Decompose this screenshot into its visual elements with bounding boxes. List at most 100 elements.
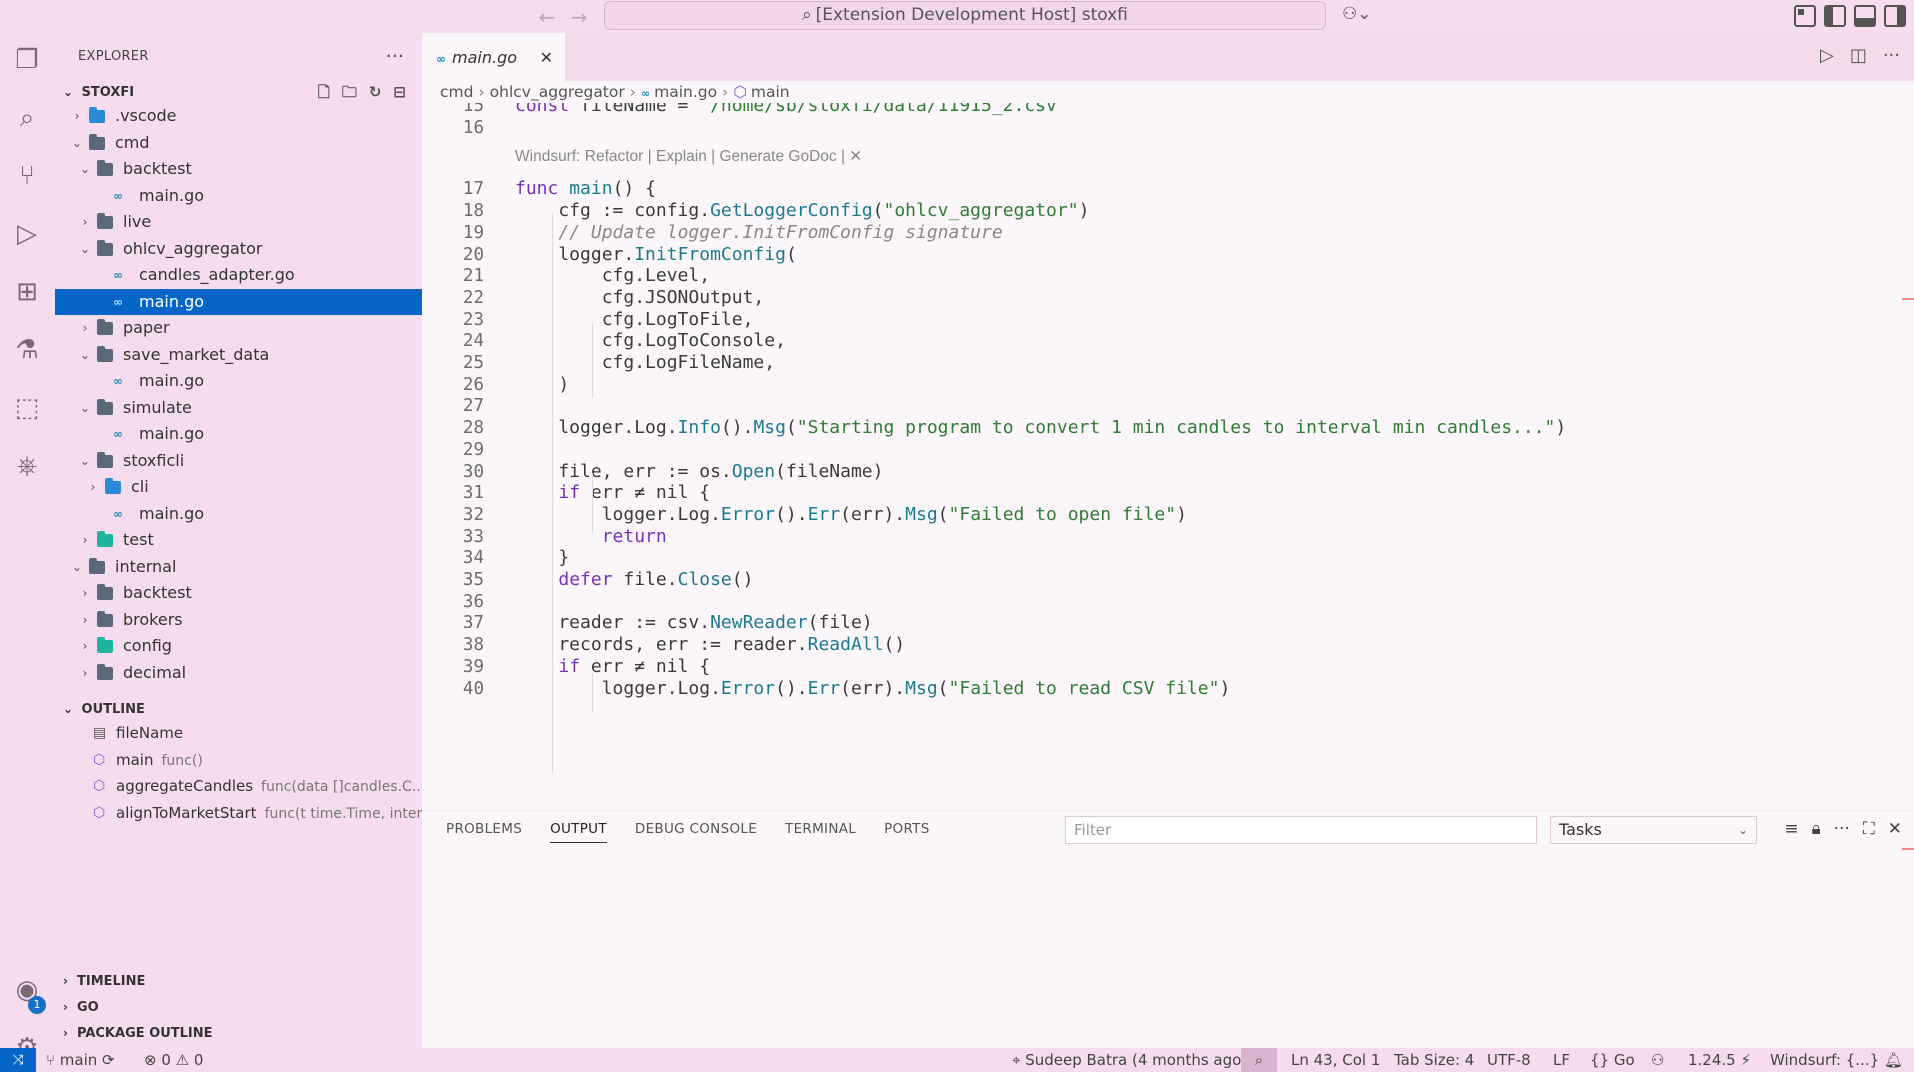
testing-icon[interactable]: ⚗ xyxy=(12,335,42,365)
new-file-icon[interactable]: 🗋 xyxy=(318,81,330,103)
outline-item[interactable]: ▤ fileName xyxy=(55,720,422,747)
packages-icon[interactable]: ⬚ xyxy=(12,393,42,423)
breadcrumb-item[interactable]: cmd xyxy=(440,83,473,101)
codelens-actions[interactable]: Windsurf: Refactor | Explain | Generate … xyxy=(515,144,862,170)
tree-item-folder[interactable]: › cli xyxy=(55,474,422,501)
panel-tab[interactable]: DEBUG CONSOLE xyxy=(635,811,757,847)
indent-guide xyxy=(592,323,593,398)
section-header[interactable]: › TIMELINE xyxy=(55,968,422,994)
cursor-position[interactable]: Ln 43, Col 1 xyxy=(1291,1048,1380,1072)
problems-status[interactable]: ⊗ 0 ⚠ 0 xyxy=(144,1048,203,1072)
tree-item-folder[interactable]: › backtest xyxy=(55,580,422,607)
zoom-indicator-icon[interactable]: ⌕ xyxy=(1241,1048,1277,1072)
outline-item-label: fileName xyxy=(116,720,191,748)
more-actions-icon[interactable]: ··· xyxy=(1883,45,1900,66)
outline-section-header[interactable]: ⌄ OUTLINE xyxy=(55,698,422,720)
indent-guide xyxy=(592,673,593,713)
close-icon[interactable]: ✕ xyxy=(540,34,553,82)
breadcrumb-item[interactable]: main xyxy=(751,83,790,101)
code-line: 16 xyxy=(422,115,1914,142)
git-blame-status[interactable]: ⌖ Sudeep Batra (4 months ago) xyxy=(1012,1048,1247,1072)
new-folder-icon[interactable]: 🗀 xyxy=(342,81,357,103)
source-control-icon[interactable]: ⑂ xyxy=(12,161,42,191)
tree-item-folder[interactable]: ⌄ backtest xyxy=(55,156,422,183)
folder-icon xyxy=(97,319,113,335)
branch-status[interactable]: ⑂ main ⟳ xyxy=(46,1048,115,1072)
go-version-status[interactable]: 1.24.5 ⚡ xyxy=(1688,1048,1751,1072)
clear-output-icon[interactable]: ≡ xyxy=(1784,819,1798,839)
outline-item[interactable]: ⬡ aggregateCandles func(data []candles.C..… xyxy=(55,773,422,800)
encoding-status[interactable]: UTF-8 xyxy=(1487,1048,1531,1072)
tree-item-file[interactable]: ∞ main.go xyxy=(55,421,422,448)
outline-item[interactable]: ⬡ main func() xyxy=(55,747,422,774)
panel-tab[interactable]: TERMINAL xyxy=(785,811,856,847)
toggle-panel-icon[interactable] xyxy=(1854,5,1876,27)
section-header[interactable]: › GO xyxy=(55,994,422,1020)
copilot-status-icon[interactable]: ⚇ xyxy=(1651,1048,1664,1072)
breadcrumb-item[interactable]: ohlcv_aggregator xyxy=(490,83,625,101)
split-editor-icon[interactable]: ◫ xyxy=(1850,45,1867,66)
search-icon[interactable]: ⌕ xyxy=(12,103,42,133)
chevron-right-icon: › xyxy=(63,974,68,988)
tree-item-label: save_market_data xyxy=(123,344,270,364)
tree-item-folder[interactable]: › config xyxy=(55,633,422,660)
close-panel-icon[interactable]: ✕ xyxy=(1888,819,1902,839)
panel-tab[interactable]: PORTS xyxy=(884,811,929,847)
maximize-panel-icon[interactable]: ⛶ xyxy=(1863,819,1875,839)
breadcrumb-item[interactable]: main.go xyxy=(654,83,717,101)
tab-main-go[interactable]: ∞ main.go ✕ xyxy=(422,33,565,81)
tree-item-file[interactable]: ∞ main.go xyxy=(55,501,422,528)
go-file-icon: ∞ xyxy=(113,374,123,388)
kubernetes-icon[interactable]: ⎈ xyxy=(12,451,42,481)
tree-item-folder[interactable]: ⌄ internal xyxy=(55,554,422,581)
toggle-secondary-sidebar-icon[interactable] xyxy=(1884,5,1906,27)
outline-title: OUTLINE xyxy=(81,702,145,717)
editor-area: ∞ main.go ✕ ▷ ◫ ··· cmd › ohlcv_aggregator ›… xyxy=(422,33,1914,810)
tree-item-folder[interactable]: › test xyxy=(55,527,422,554)
panel-tab[interactable]: PROBLEMS xyxy=(446,811,522,847)
tree-item-folder[interactable]: ⌄ cmd xyxy=(55,130,422,157)
code-editor[interactable]: 15 const fileName = "/home/sb/stoxfi/data… xyxy=(422,103,1914,810)
tree-item-file[interactable]: ∞ main.go xyxy=(55,288,422,315)
back-arrow-icon[interactable]: ← xyxy=(536,6,558,28)
remote-indicator-icon[interactable]: ⤨ xyxy=(0,1048,36,1072)
customize-layout-icon[interactable] xyxy=(1794,5,1816,27)
outline-item[interactable]: ⬡ alignToMarketStart func(t time.Time, int… xyxy=(55,800,422,827)
collapse-all-icon[interactable]: ⊟ xyxy=(393,81,406,103)
more-actions-icon[interactable]: ··· xyxy=(1834,819,1850,839)
tree-item-folder[interactable]: › paper xyxy=(55,315,422,342)
run-icon[interactable]: ▷ xyxy=(1820,45,1834,66)
extensions-icon[interactable]: ⊞ xyxy=(12,277,42,307)
lock-scroll-icon[interactable]: 🔒︎ xyxy=(1812,819,1821,839)
eol-status[interactable]: LF xyxy=(1553,1048,1570,1072)
section-header[interactable]: › PACKAGE OUTLINE xyxy=(55,1020,422,1046)
toggle-primary-sidebar-icon[interactable] xyxy=(1824,5,1846,27)
folder-icon xyxy=(97,663,113,680)
command-center[interactable]: ⌕ [Extension Development Host] stoxfi xyxy=(604,1,1326,30)
tree-item-folder[interactable]: ⌄ ohlcv_aggregator xyxy=(55,236,422,263)
tree-item-folder[interactable]: ⌄ stoxficli xyxy=(55,448,422,475)
tree-item-file[interactable]: ∞ candles_adapter.go xyxy=(55,262,422,289)
language-mode[interactable]: {} Go xyxy=(1590,1048,1635,1072)
tree-item-file[interactable]: ∞ main.go xyxy=(55,368,422,395)
copilot-menu-icon[interactable]: ⚇⌄ xyxy=(1342,4,1371,24)
run-debug-icon[interactable]: ▷ xyxy=(12,219,42,249)
output-channel-select[interactable]: Tasks ⌄ xyxy=(1550,816,1757,844)
tree-item-folder[interactable]: › decimal xyxy=(55,660,422,687)
workspace-section-header[interactable]: ⌄ STOXFI 🗋 🗀 ↻ ⊟ xyxy=(55,81,422,103)
output-filter-input[interactable]: Filter xyxy=(1065,816,1537,844)
tree-item-folder[interactable]: › live xyxy=(55,209,422,236)
notifications-bell-icon[interactable]: 🔔︎ xyxy=(1884,1048,1903,1072)
tree-item-file[interactable]: ∞ main.go xyxy=(55,183,422,210)
windsurf-status[interactable]: Windsurf: {...} xyxy=(1770,1048,1879,1072)
refresh-icon[interactable]: ↻ xyxy=(369,81,382,103)
forward-arrow-icon[interactable]: → xyxy=(568,6,590,28)
tree-item-folder[interactable]: › .vscode xyxy=(55,103,422,130)
tree-item-folder[interactable]: › brokers xyxy=(55,607,422,634)
tree-item-folder[interactable]: ⌄ save_market_data xyxy=(55,342,422,369)
more-actions-icon[interactable]: ··· xyxy=(386,33,404,81)
panel-tab[interactable]: OUTPUT xyxy=(550,811,607,847)
explorer-icon[interactable]: ❐ xyxy=(12,45,42,75)
tree-item-folder[interactable]: ⌄ simulate xyxy=(55,395,422,422)
indentation-status[interactable]: Tab Size: 4 xyxy=(1394,1048,1474,1072)
